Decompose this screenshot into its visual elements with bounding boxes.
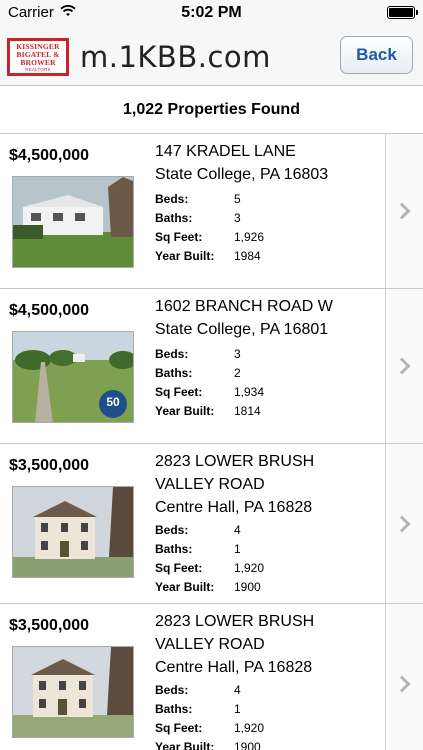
beds-value: 4: [234, 523, 241, 537]
listing-price: $3,500,000: [9, 617, 90, 634]
listing-disclosure[interactable]: [385, 604, 423, 750]
chevron-right-icon: [393, 357, 410, 375]
baths-label: Baths:: [155, 366, 193, 380]
app-header: KISSINGER BIGATEL & BROWER REALTORS m.1K…: [0, 28, 423, 86]
address-line-1: 2823 LOWER BRUSH: [155, 613, 315, 630]
listing-photo: 50: [12, 331, 134, 423]
address-line-2: State College, PA 16803: [155, 166, 329, 183]
baths-value: 2: [234, 366, 241, 380]
year-value: 1900: [234, 740, 261, 750]
listing-address: 2823 LOWER BRUSH VALLEY ROAD Centre Hall…: [155, 450, 380, 519]
site-title: m.1KBB.com: [80, 40, 271, 74]
address-line-2: VALLEY ROAD: [155, 476, 265, 493]
beds-label: Beds:: [155, 683, 189, 697]
listing-address: 2823 LOWER BRUSH VALLEY ROAD Centre Hall…: [155, 610, 380, 679]
address-line-1: 1602 BRANCH ROAD W: [155, 298, 333, 315]
address-line-1: 147 KRADEL LANE: [155, 143, 296, 160]
listing-row[interactable]: $3,500,000 2823 LOWER BRUSH VALLEY ROAD …: [0, 444, 423, 604]
baths-value: 1: [234, 702, 241, 716]
sqft-value: 1,920: [234, 721, 265, 735]
year-label: Year Built:: [155, 580, 215, 594]
listing-row[interactable]: $3,500,000 2823 LOWER BRUSH VALLEY ROAD …: [0, 604, 423, 750]
chevron-right-icon: [393, 202, 410, 220]
baths-value: 1: [234, 542, 241, 556]
logo-line-3: BROWER: [20, 57, 56, 67]
chevron-right-icon: [393, 675, 410, 693]
listing-row[interactable]: $4,500,000 147 KRADEL LANE State College…: [0, 134, 423, 289]
sqft-label: Sq Feet:: [155, 230, 203, 244]
battery-icon: [387, 6, 418, 19]
listing-disclosure[interactable]: [385, 134, 423, 288]
address-line-1: 2823 LOWER BRUSH: [155, 453, 315, 470]
listing-price: $4,500,000: [9, 302, 90, 319]
listing-photo: [12, 486, 134, 578]
listing-disclosure[interactable]: [385, 289, 423, 443]
beds-value: 3: [234, 347, 241, 361]
results-count: 1,022 Properties Found: [0, 86, 423, 134]
address-line-3: Centre Hall, PA 16828: [155, 499, 313, 516]
back-button[interactable]: Back: [340, 36, 413, 74]
beds-label: Beds:: [155, 192, 189, 206]
beds-label: Beds:: [155, 523, 189, 537]
listing-photo: [12, 176, 134, 268]
address-line-2: VALLEY ROAD: [155, 636, 265, 653]
listing-address: 147 KRADEL LANE State College, PA 16803: [155, 140, 380, 186]
sqft-value: 1,920: [234, 561, 265, 575]
listing-price: $4,500,000: [9, 147, 90, 164]
beds-label: Beds:: [155, 347, 189, 361]
sqft-label: Sq Feet:: [155, 385, 203, 399]
status-bar: Carrier 5:02 PM: [0, 0, 423, 28]
listing-photo: [12, 646, 134, 738]
year-value: 1814: [234, 404, 261, 418]
baths-label: Baths:: [155, 702, 193, 716]
listing-price: $3,500,000: [9, 457, 90, 474]
address-line-3: Centre Hall, PA 16828: [155, 659, 313, 676]
listing-details: Beds: 4 Baths: 1 Sq Feet: 1,920 Year Built:…: [155, 681, 264, 750]
sqft-label: Sq Feet:: [155, 721, 203, 735]
listing-details: Beds: 3 Baths: 2 Sq Feet: 1,934 Year Built:…: [155, 345, 264, 421]
clock: 5:02 PM: [181, 4, 242, 21]
year-value: 1900: [234, 580, 261, 594]
baths-label: Baths:: [155, 211, 193, 225]
year-label: Year Built:: [155, 249, 215, 263]
baths-label: Baths:: [155, 542, 193, 556]
chevron-right-icon: [393, 515, 410, 532]
kbb-logo[interactable]: KISSINGER BIGATEL & BROWER REALTORS: [7, 38, 69, 76]
baths-value: 3: [234, 211, 241, 225]
year-label: Year Built:: [155, 740, 215, 750]
year-value: 1984: [234, 249, 261, 263]
beds-value: 5: [234, 192, 241, 206]
listing-address: 1602 BRANCH ROAD W State College, PA 168…: [155, 295, 380, 341]
year-label: Year Built:: [155, 404, 215, 418]
sqft-value: 1,926: [234, 230, 265, 244]
address-line-2: State College, PA 16801: [155, 321, 329, 338]
sqft-value: 1,934: [234, 385, 265, 399]
listing-details: Beds: 5 Baths: 3 Sq Feet: 1,926 Year Built:…: [155, 190, 264, 266]
photo-count-badge: 50: [106, 395, 120, 409]
listing-disclosure[interactable]: [385, 444, 423, 603]
sqft-label: Sq Feet:: [155, 561, 203, 575]
listing-details: Beds: 4 Baths: 1 Sq Feet: 1,920 Year Built:…: [155, 521, 264, 597]
logo-sub: REALTORS: [25, 66, 51, 72]
listing-row[interactable]: $4,500,000 50 1602 BRANCH ROAD W State C…: [0, 289, 423, 444]
beds-value: 4: [234, 683, 241, 697]
